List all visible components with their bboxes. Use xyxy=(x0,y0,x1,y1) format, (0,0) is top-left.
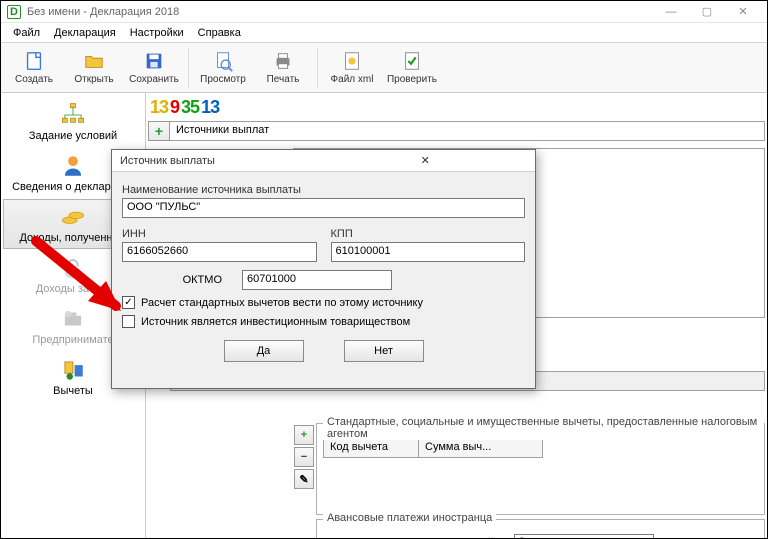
dialog-title: Источник выплаты xyxy=(120,155,324,167)
preview-button[interactable]: Просмотр xyxy=(194,45,252,91)
menu-bar: Файл Декларация Настройки Справка xyxy=(1,23,767,43)
toolbar-sep-1 xyxy=(188,48,189,88)
std-deduct-checkbox[interactable] xyxy=(122,296,135,309)
investment-label: Источник является инвестиционным товарищ… xyxy=(141,316,410,328)
sidebar-label-entrepreneur: Предпринимате xyxy=(32,334,113,346)
menu-help[interactable]: Справка xyxy=(192,25,247,41)
std-deduct-label: Расчет стандартных вычетов вести по этом… xyxy=(141,297,423,309)
menu-settings[interactable]: Настройки xyxy=(124,25,190,41)
tax-rate-tabs: 13 9 35 13 xyxy=(148,95,765,119)
save-icon xyxy=(143,50,165,72)
sidebar-label-deductions: Вычеты xyxy=(53,385,93,397)
deductions-group: Стандартные, социальные и имущественные … xyxy=(316,423,765,515)
xml-button[interactable]: Файл xml xyxy=(323,45,381,91)
menu-file[interactable]: Файл xyxy=(7,25,46,41)
maximize-button[interactable]: ▢ xyxy=(689,1,725,23)
toolbar: Создать Открыть Сохранить Просмотр Печат… xyxy=(1,43,767,93)
xml-label: Файл xml xyxy=(331,74,374,85)
investment-checkbox[interactable] xyxy=(122,315,135,328)
window-controls: — ▢ ✕ xyxy=(653,1,761,23)
col-sum: Сумма выч... xyxy=(419,439,542,457)
oktmo-label: ОКТМО xyxy=(122,274,222,286)
bag-icon xyxy=(60,255,86,281)
print-label: Печать xyxy=(267,74,300,85)
oktmo-input[interactable]: 60701000 xyxy=(242,270,392,290)
sources-header: Источники выплат xyxy=(170,121,765,141)
sidebar-item-conditions[interactable]: Задание условий xyxy=(3,97,143,147)
sidebar-label-conditions: Задание условий xyxy=(29,130,117,142)
coins-icon xyxy=(60,204,86,230)
create-button[interactable]: Создать xyxy=(5,45,63,91)
fixed-pay-label: Сумма фиксированных платежей xyxy=(323,537,494,538)
print-button[interactable]: Печать xyxy=(254,45,312,91)
kpp-input[interactable]: 610100001 xyxy=(331,242,526,262)
menu-declaration[interactable]: Декларация xyxy=(48,25,122,41)
open-label: Открыть xyxy=(74,74,113,85)
advance-caption: Авансовые платежи иностранца xyxy=(323,512,496,524)
title-bar: D Без имени - Декларация 2018 — ▢ ✕ xyxy=(1,1,767,23)
edit-deduction-button[interactable]: ✎ xyxy=(294,469,314,489)
user-icon xyxy=(60,153,86,179)
col-code: Код вычета xyxy=(324,439,419,457)
name-input[interactable]: ООО "ПУЛЬС" xyxy=(122,198,525,218)
deduction-buttons: + − ✎ xyxy=(294,425,314,489)
source-dialog: Источник выплаты ✕ Наименование источник… xyxy=(111,149,536,389)
open-button[interactable]: Открыть xyxy=(65,45,123,91)
rate-35[interactable]: 35 xyxy=(181,97,199,118)
no-button[interactable]: Нет xyxy=(344,340,424,362)
xml-icon xyxy=(341,50,363,72)
check-icon xyxy=(401,50,423,72)
deduct-icon xyxy=(60,357,86,383)
preview-icon xyxy=(212,50,234,72)
save-label: Сохранить xyxy=(129,74,179,85)
rate-13a[interactable]: 13 xyxy=(150,97,168,118)
deductions-caption: Стандартные, социальные и имущественные … xyxy=(323,416,764,440)
print-icon xyxy=(272,50,294,72)
add-deduction-button[interactable]: + xyxy=(294,425,314,445)
tree-icon xyxy=(60,102,86,128)
save-button[interactable]: Сохранить xyxy=(125,45,183,91)
create-label: Создать xyxy=(15,74,53,85)
add-source-button[interactable]: + xyxy=(148,121,170,141)
advance-group: Авансовые платежи иностранца Сумма фикси… xyxy=(316,519,765,538)
plus-icon: + xyxy=(155,123,163,139)
window-title: Без имени - Декларация 2018 xyxy=(27,6,653,18)
rate-13b[interactable]: 13 xyxy=(201,97,219,118)
inn-label: ИНН xyxy=(122,228,317,240)
preview-label: Просмотр xyxy=(200,74,246,85)
check-button[interactable]: Проверить xyxy=(383,45,441,91)
check-label: Проверить xyxy=(387,74,437,85)
briefcase-icon xyxy=(60,306,86,332)
yes-button[interactable]: Да xyxy=(224,340,304,362)
deduction-table-header: Код вычета Сумма выч... xyxy=(323,438,543,458)
open-icon xyxy=(83,50,105,72)
inn-input[interactable]: 6166052660 xyxy=(122,242,317,262)
minimize-button[interactable]: — xyxy=(653,1,689,23)
app-icon: D xyxy=(7,5,21,19)
dialog-title-bar: Источник выплаты ✕ xyxy=(112,150,535,172)
toolbar-sep-2 xyxy=(317,48,318,88)
sidebar-label-abroad: Доходы за пре xyxy=(36,283,111,295)
kpp-label: КПП xyxy=(331,228,526,240)
create-icon xyxy=(23,50,45,72)
dialog-close-button[interactable]: ✕ xyxy=(324,154,528,167)
remove-deduction-button[interactable]: − xyxy=(294,447,314,467)
rate-9[interactable]: 9 xyxy=(170,97,179,118)
close-button[interactable]: ✕ xyxy=(725,1,761,23)
fixed-pay-input[interactable]: 0 xyxy=(514,534,654,538)
name-label: Наименование источника выплаты xyxy=(122,184,525,196)
